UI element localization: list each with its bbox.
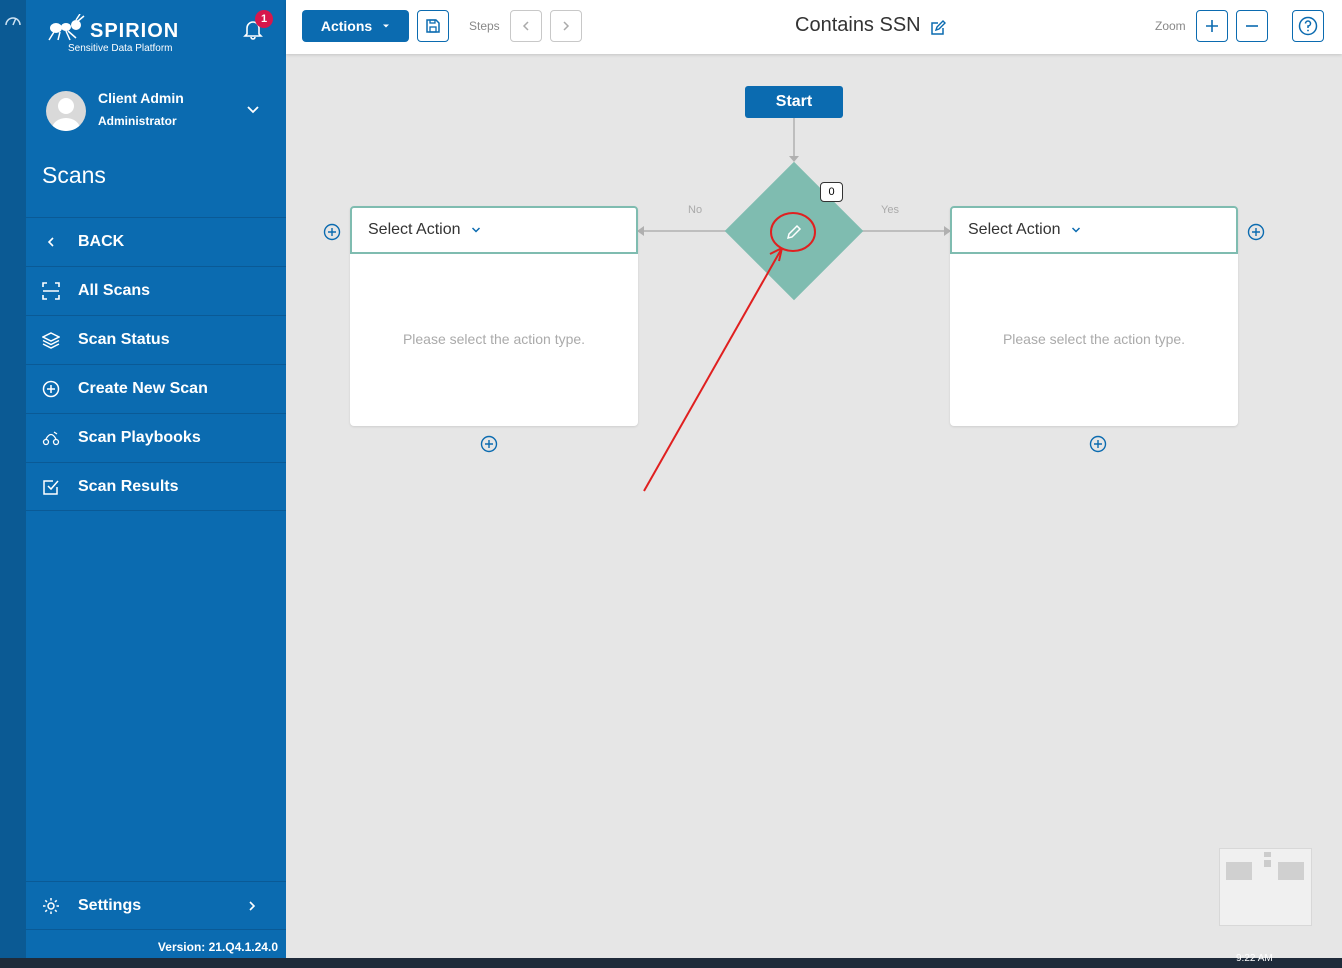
minimap-preview <box>1226 852 1304 880</box>
sidebar-item-label: Create New Scan <box>78 380 208 397</box>
select-action-label: Select Action <box>368 221 461 238</box>
spirion-logo[interactable]: SPIRION Sensitive Data Platform <box>46 10 196 56</box>
user-menu[interactable]: Client Admin Administrator <box>46 88 276 134</box>
start-node[interactable]: Start <box>745 86 843 118</box>
sidebar-item-all-scans[interactable]: All Scans <box>26 266 286 315</box>
help-button[interactable] <box>1292 10 1324 42</box>
chevron-right-icon <box>249 901 256 911</box>
sidebar: SPIRION Sensitive Data Platform 1 Client… <box>26 0 286 958</box>
actions-button[interactable]: Actions <box>302 10 409 42</box>
section-title: Scans <box>42 162 106 188</box>
card-placeholder: Please select the action type. <box>402 331 586 347</box>
add-left-icon[interactable] <box>323 223 341 241</box>
actions-label: Actions <box>320 18 373 34</box>
help-icon <box>1298 16 1318 36</box>
save-icon <box>426 19 440 33</box>
select-action-dropdown[interactable]: Select Action <box>950 206 1238 254</box>
steps-label: Steps <box>469 19 500 33</box>
sidebar-item-label: Scan Results <box>78 477 179 495</box>
pencil-icon[interactable] <box>784 222 804 242</box>
notification-badge: 1 <box>255 10 273 28</box>
sidebar-item-settings[interactable]: Settings <box>26 881 286 930</box>
add-below-right-icon[interactable] <box>1089 435 1107 453</box>
sidebar-item-scan-results[interactable]: Scan Results <box>26 462 286 511</box>
sidebar-item-label: BACK <box>78 233 125 250</box>
plus-icon <box>1206 20 1218 32</box>
sidebar-item-label: Scan Playbooks <box>78 429 201 446</box>
gear-icon <box>43 897 59 914</box>
sidebar-item-label: Scan Status <box>78 331 170 348</box>
minus-icon <box>1246 25 1258 27</box>
ant-logo-icon <box>48 14 85 41</box>
caret-down-icon <box>383 24 390 28</box>
gauge-icon[interactable] <box>4 12 22 30</box>
version-text: Version: 21.Q4.1.24.0 <box>157 940 278 954</box>
taskbar-clock: 9:22 AM <box>1236 953 1273 964</box>
brand-tagline: Sensitive Data Platform <box>68 43 173 54</box>
edit-title-icon[interactable] <box>930 20 946 36</box>
left-rail <box>0 0 26 958</box>
select-action-label: Select Action <box>968 221 1061 238</box>
avatar <box>46 91 86 131</box>
zoom-label: Zoom <box>1155 19 1186 33</box>
settings-label: Settings <box>78 896 142 914</box>
zoom-out-button[interactable] <box>1236 10 1268 42</box>
chevron-down-icon <box>1071 227 1080 233</box>
checkbox-icon <box>42 478 60 496</box>
chevron-left-icon <box>522 21 529 31</box>
action-card-yes: Select Action Please select the action t… <box>950 206 1238 426</box>
workflow-canvas[interactable]: Start 0 No Yes Select Action Please sele… <box>286 54 1342 958</box>
condition-count-badge: 0 <box>820 182 843 202</box>
action-card-no: Select Action Please select the action t… <box>350 206 638 426</box>
taskbar: 9:22 AM <box>0 953 1342 968</box>
user-name: Client Admin <box>98 90 184 106</box>
brand-name: SPIRION <box>90 20 180 42</box>
chevron-right-icon <box>563 21 570 31</box>
playbook-icon <box>42 429 60 447</box>
chevron-down-icon[interactable] <box>246 102 260 116</box>
minimap[interactable] <box>1219 848 1312 926</box>
no-branch-label: No <box>688 204 703 216</box>
sidebar-item-scan-playbooks[interactable]: Scan Playbooks <box>26 413 286 462</box>
yes-branch-label: Yes <box>881 204 899 216</box>
scan-frame-icon <box>42 282 60 300</box>
toolbar: Actions Steps Contains SSN Zoom <box>286 0 1342 54</box>
step-back-button[interactable] <box>510 10 542 42</box>
sidebar-item-create-new-scan[interactable]: Create New Scan <box>26 364 286 413</box>
sidebar-item-label: All Scans <box>78 282 151 299</box>
sidebar-item-back[interactable]: BACK <box>26 217 286 266</box>
playbook-title: Contains SSN <box>795 14 921 36</box>
card-placeholder: Please select the action type. <box>1002 331 1186 347</box>
sidebar-item-scan-status[interactable]: Scan Status <box>26 315 286 364</box>
zoom-in-button[interactable] <box>1196 10 1228 42</box>
chevron-down-icon <box>471 227 480 233</box>
select-action-dropdown[interactable]: Select Action <box>350 206 638 254</box>
sidebar-nav: BACK All Scans Scan Status Create New Sc… <box>26 217 286 511</box>
save-button[interactable] <box>417 10 449 42</box>
user-role: Administrator <box>98 114 177 128</box>
plus-circle-icon <box>42 380 60 398</box>
layers-icon <box>42 331 60 349</box>
add-below-left-icon[interactable] <box>480 435 498 453</box>
chevron-left-icon <box>42 233 60 251</box>
add-right-icon[interactable] <box>1247 223 1265 241</box>
step-forward-button[interactable] <box>550 10 582 42</box>
